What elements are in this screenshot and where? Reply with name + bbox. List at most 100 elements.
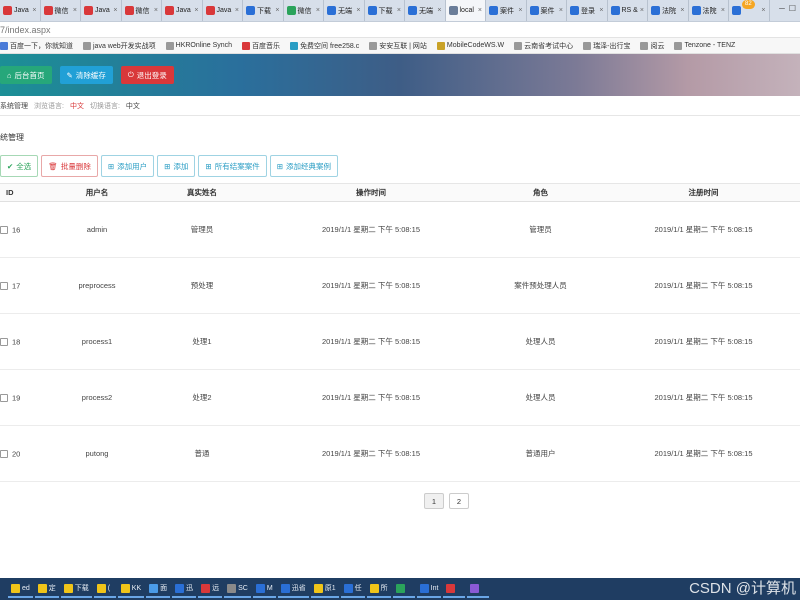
table-row[interactable]: 18 process1 处理1 2019/1/1 星期二 下午 5:08:15 … (0, 313, 800, 370)
column-header-username[interactable]: 用户名 (58, 183, 136, 202)
close-icon[interactable]: × (761, 7, 765, 14)
browser-tab[interactable]: 微信 × (41, 0, 81, 21)
taskbar-item[interactable]: 迅 (172, 580, 197, 598)
close-icon[interactable]: × (356, 7, 360, 14)
all-closed-cases-button[interactable]: ⊞ 所有结案案件 (198, 155, 267, 177)
cell-reg-time: 2019/1/1 星期二 下午 5:08:15 (607, 313, 800, 370)
taskbar-item[interactable]: 迅省 (277, 580, 309, 598)
taskbar-item[interactable]: SC (224, 580, 251, 598)
table-row[interactable]: 20 putong 普通 2019/1/1 星期二 下午 5:08:15 普通用… (0, 425, 800, 482)
browser-tab[interactable]: Java × (0, 0, 41, 21)
taskbar-item[interactable]: 面 (146, 580, 171, 598)
close-icon[interactable]: × (721, 7, 725, 14)
bookmark-item[interactable]: 百度一下，你就知道 (0, 41, 73, 51)
bookmark-item[interactable]: 阅云 (640, 41, 664, 51)
browser-tab[interactable]: local × (445, 0, 486, 21)
column-header-realname[interactable]: 真实姓名 (136, 183, 268, 202)
close-icon[interactable]: × (275, 7, 279, 14)
browser-tab[interactable]: 登录 × (567, 0, 608, 21)
browser-tab[interactable]: Java × (162, 0, 203, 21)
logout-button[interactable]: ⏻ 退出登录 (120, 66, 174, 84)
clear-cache-button[interactable]: ✎ 清除缓存 (59, 66, 113, 84)
taskbar-item[interactable]: ed (8, 580, 33, 598)
browser-tab[interactable]: 无端 × (405, 0, 446, 21)
column-header-op-time[interactable]: 操作时间 (268, 183, 474, 202)
browser-tab[interactable]: 下载 × (365, 0, 405, 21)
taskbar-item[interactable] (467, 580, 490, 598)
column-header-id[interactable]: ID (0, 183, 58, 202)
minimize-icon[interactable]: ─ (779, 4, 785, 13)
close-icon[interactable]: × (316, 7, 320, 14)
close-icon[interactable]: × (397, 7, 401, 14)
close-icon[interactable]: × (73, 7, 77, 14)
home-button[interactable]: ⌂ 后台首页 (0, 66, 52, 84)
taskbar-item[interactable]: 定 (34, 580, 59, 598)
column-header-role[interactable]: 角色 (474, 183, 607, 202)
maximize-icon[interactable]: ☐ (789, 4, 796, 13)
row-checkbox[interactable] (0, 337, 8, 346)
row-checkbox[interactable] (0, 393, 8, 402)
bookmark-item[interactable]: MobileCodeWS.W (436, 41, 504, 50)
browser-tab[interactable]: 下载 × (243, 0, 284, 21)
browser-tab[interactable]: 法院 × (689, 0, 729, 21)
close-icon[interactable]: × (235, 7, 239, 14)
close-icon[interactable]: × (640, 7, 644, 14)
close-icon[interactable]: × (559, 7, 563, 14)
row-checkbox[interactable] (0, 281, 8, 290)
browser-tab[interactable]: 无端 × (324, 0, 365, 21)
taskbar-item[interactable]: Int (416, 580, 442, 598)
close-icon[interactable]: × (194, 7, 198, 14)
table-row[interactable]: 16 admin 管理员 2019/1/1 星期二 下午 5:08:15 管理员… (0, 201, 800, 258)
close-icon[interactable]: × (154, 7, 158, 14)
browser-tab[interactable]: Java × (203, 0, 243, 21)
browser-tab[interactable]: 案件 × (486, 0, 527, 21)
browser-tab[interactable]: 微信 × (122, 0, 162, 21)
taskbar-item[interactable]: 远 (198, 580, 223, 598)
row-checkbox[interactable] (0, 225, 8, 234)
clear-cache-label: 清除缓存 (75, 70, 106, 80)
close-icon[interactable]: × (437, 7, 441, 14)
row-checkbox[interactable] (0, 449, 8, 458)
column-header-reg-time[interactable]: 注册时间 (607, 183, 800, 202)
taskbar-item[interactable]: ( (93, 580, 116, 598)
bookmark-item[interactable]: 瑞泽-出行宝 (583, 41, 630, 51)
bookmark-item[interactable]: HKROnline Synch (165, 41, 232, 50)
bookmark-item[interactable]: Tenzone - TENZ (674, 41, 735, 50)
taskbar-item[interactable] (392, 580, 415, 598)
page-2-button[interactable]: 2 (449, 493, 469, 509)
address-bar[interactable]: 7/index.aspx (0, 22, 800, 38)
taskbar-item[interactable]: 任 (340, 580, 365, 598)
taskbar-item[interactable] (443, 580, 466, 598)
taskbar-item[interactable]: M (252, 580, 276, 598)
close-icon[interactable]: × (599, 7, 603, 14)
browser-tab[interactable]: 法院 × (648, 0, 689, 21)
page-1-button[interactable]: 1 (424, 493, 444, 509)
add-user-button[interactable]: ⊞ 添加用户 (100, 155, 155, 177)
close-icon[interactable]: × (478, 7, 482, 14)
taskbar-item[interactable]: 下载 (60, 580, 92, 598)
bookmark-item[interactable]: 免费空间 free258.c (290, 41, 359, 51)
close-icon[interactable]: × (518, 7, 522, 14)
bookmark-item[interactable]: 云南省考试中心 (514, 41, 573, 51)
breadcrumb-item[interactable]: 系统管理 (0, 101, 28, 111)
browser-tab[interactable]: RS & × (608, 0, 648, 21)
select-all-button[interactable]: ✔ 全选 (0, 155, 39, 177)
browser-tab[interactable]: Java × (81, 0, 122, 21)
add-classic-case-button[interactable]: ⊞ 添加经典案例 (269, 155, 339, 177)
bookmark-item[interactable]: 百度音乐 (242, 41, 280, 51)
add-button[interactable]: ⊞ 添加 (157, 155, 196, 177)
taskbar-item[interactable]: 所 (366, 580, 391, 598)
table-row[interactable]: 17 preprocess 预处理 2019/1/1 星期二 下午 5:08:1… (0, 257, 800, 314)
bookmark-item[interactable]: java web开发实战项 (83, 41, 156, 51)
batch-delete-button[interactable]: 🗑 批量删除 (41, 155, 98, 177)
table-row[interactable]: 19 process2 处理2 2019/1/1 星期二 下午 5:08:15 … (0, 369, 800, 426)
taskbar-item[interactable]: 原1 (310, 580, 339, 598)
browser-tab[interactable]: 案件 × (527, 0, 567, 21)
browser-tab[interactable]: 微信 × (284, 0, 324, 21)
switch-language-value[interactable]: 中文 (126, 101, 140, 111)
taskbar-item[interactable]: KK (117, 580, 145, 598)
close-icon[interactable]: × (32, 7, 36, 14)
close-icon[interactable]: × (680, 7, 684, 14)
close-icon[interactable]: × (113, 7, 117, 14)
bookmark-item[interactable]: 安安互联 | 网站 (369, 41, 427, 51)
